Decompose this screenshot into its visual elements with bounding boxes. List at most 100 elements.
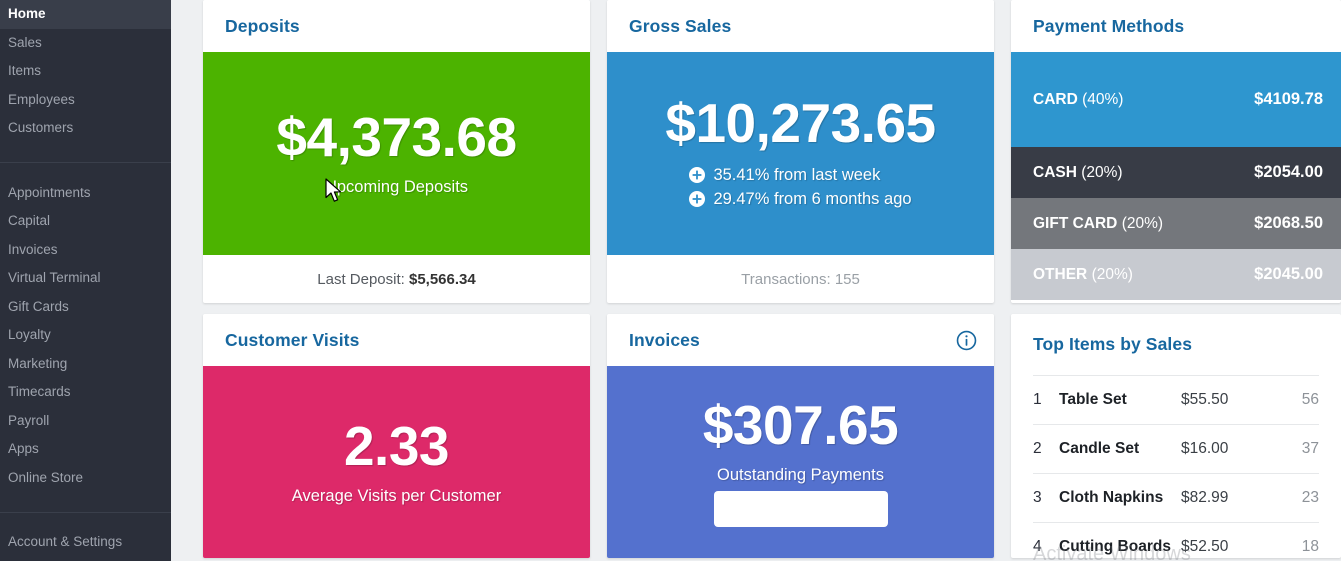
sidebar-item-capital[interactable]: Capital	[0, 207, 171, 236]
item-rank: 1	[1033, 391, 1042, 408]
sidebar-divider-2	[0, 512, 171, 513]
sidebar-item-label: Marketing	[8, 355, 68, 371]
sidebar-item-appointments[interactable]: Appointments	[0, 179, 171, 208]
info-circle-icon[interactable]	[956, 330, 977, 351]
gross-sales-title: Gross Sales	[629, 15, 732, 36]
item-name: Candle Set	[1059, 440, 1140, 457]
payment-method-label: OTHER (20%)	[1033, 266, 1133, 284]
sidebar-item-employees[interactable]: Employees	[0, 86, 171, 115]
gross-sales-delta-text: 29.47% from 6 months ago	[713, 190, 912, 208]
item-rank: 2	[1033, 440, 1042, 457]
payment-method-pct: (20%)	[1121, 214, 1164, 232]
sidebar-item-items[interactable]: Items	[0, 57, 171, 86]
payment-method-pct: (40%)	[1082, 90, 1124, 108]
item-name: Cutting Boards	[1059, 538, 1171, 555]
dashboard-main: Deposits $4,373.68 Upcoming Deposits Las…	[171, 0, 1341, 561]
invoices-tile[interactable]: $307.65 Outstanding Payments	[607, 366, 994, 558]
transactions-label: Transactions:	[741, 270, 831, 288]
item-count: 23	[1301, 489, 1319, 506]
sidebar-item-label: Customers	[8, 120, 74, 135]
sidebar: Home Sales Items Employees Customers App…	[0, 0, 171, 561]
customer-visits-title: Customer Visits	[225, 329, 360, 350]
invoices-card: Invoices $307.65 Outstanding Payments	[607, 314, 994, 558]
sidebar-item-label: Invoices	[8, 241, 58, 257]
sidebar-item-virtual-terminal[interactable]: Virtual Terminal	[0, 264, 171, 293]
item-rank: 3	[1033, 489, 1042, 506]
transactions-value: 155	[834, 270, 860, 288]
gross-sales-delta-row: 35.41% from last week	[689, 163, 911, 187]
sidebar-item-payroll[interactable]: Payroll	[0, 407, 171, 436]
top-items-title: Top Items by Sales	[1033, 334, 1193, 354]
sidebar-item-label: Apps	[8, 441, 39, 456]
payment-method-name: OTHER	[1033, 265, 1088, 283]
last-deposit-value: $5,566.34	[408, 270, 476, 288]
table-row[interactable]: 1 Table Set $55.50 56	[1033, 375, 1319, 424]
payment-method-name: CARD	[1033, 90, 1078, 108]
top-items-card-header: Top Items by Sales	[1011, 314, 1341, 375]
last-deposit-label: Last Deposit:	[317, 270, 405, 288]
payment-method-label: GIFT CARD (20%)	[1033, 215, 1163, 233]
sidebar-item-label: Home	[8, 6, 46, 21]
sidebar-item-invoices[interactable]: Invoices	[0, 236, 171, 265]
customer-visits-tile[interactable]: 2.33 Average Visits per Customer	[203, 366, 590, 558]
sidebar-item-label: Appointments	[8, 184, 91, 200]
sidebar-item-customers[interactable]: Customers	[0, 114, 171, 143]
top-items-list: 1 Table Set $55.50 56 2 Candle Set $16.0…	[1011, 375, 1341, 558]
deposits-subtitle: Upcoming Deposits	[324, 178, 469, 196]
sidebar-item-sales[interactable]: Sales	[0, 29, 171, 58]
payment-method-row[interactable]: GIFT CARD (20%) $2068.50	[1011, 198, 1341, 249]
payment-method-name: GIFT CARD	[1033, 214, 1118, 232]
customer-visits-subtitle: Average Visits per Customer	[291, 486, 502, 505]
gross-sales-card-header: Gross Sales	[607, 0, 994, 52]
sidebar-item-label: Loyalty	[8, 327, 51, 342]
payment-methods-title: Payment Methods	[1033, 15, 1185, 36]
deposits-value: $4,373.68	[276, 106, 517, 168]
item-count: 37	[1301, 440, 1319, 457]
item-price: $52.50	[1181, 538, 1229, 555]
sidebar-item-label: Account & Settings	[8, 534, 123, 549]
sidebar-item-marketing[interactable]: Marketing	[0, 350, 171, 379]
deposits-card-header: Deposits	[203, 0, 590, 52]
sidebar-item-label: Gift Cards	[8, 298, 69, 314]
table-row[interactable]: 2 Candle Set $16.00 37	[1033, 424, 1319, 473]
sidebar-item-apps[interactable]: Apps	[0, 435, 171, 464]
customer-visits-value: 2.33	[343, 414, 450, 477]
customer-visits-card-header: Customer Visits	[203, 314, 590, 366]
table-row[interactable]: 3 Cloth Napkins $82.99 23	[1033, 473, 1319, 522]
sidebar-item-label: Timecards	[8, 384, 71, 399]
deposits-tile[interactable]: $4,373.68 Upcoming Deposits	[203, 52, 590, 255]
payment-method-label: CARD (40%)	[1033, 91, 1123, 109]
payment-method-pct: (20%)	[1091, 265, 1133, 283]
gross-sales-tile[interactable]: $10,273.65 35.41% from last week 29.47% …	[607, 52, 994, 255]
sidebar-item-label: Payroll	[8, 412, 50, 428]
sidebar-item-label: Sales	[8, 34, 42, 50]
sidebar-item-online-store[interactable]: Online Store	[0, 464, 171, 493]
sidebar-item-label: Employees	[8, 91, 75, 107]
payment-methods-list: CARD (40%) $4109.78 CASH (20%) $2054.00	[1011, 52, 1341, 303]
sidebar-divider-1	[0, 161, 171, 163]
payment-method-row[interactable]: CARD (40%) $4109.78	[1011, 52, 1341, 147]
payment-method-amount: $2045.00	[1254, 265, 1323, 283]
item-price: $82.99	[1181, 489, 1229, 506]
sidebar-item-loyalty[interactable]: Loyalty	[0, 321, 171, 350]
invoices-card-header: Invoices	[607, 314, 994, 366]
sidebar-item-account-settings[interactable]: Account & Settings	[0, 528, 171, 557]
payment-method-row[interactable]: OTHER (20%) $2045.00	[1011, 249, 1341, 300]
gross-sales-value: $10,273.65	[665, 92, 936, 154]
item-name: Cloth Napkins	[1059, 489, 1164, 506]
deposits-title: Deposits	[225, 15, 300, 36]
payment-method-amount: $4109.78	[1254, 90, 1323, 108]
sidebar-item-home[interactable]: Home	[0, 0, 171, 29]
item-rank: 4	[1033, 538, 1042, 555]
sidebar-item-timecards[interactable]: Timecards	[0, 378, 171, 407]
invoices-title: Invoices	[629, 329, 700, 350]
top-items-card: Top Items by Sales 1 Table Set $55.50 56…	[1011, 314, 1341, 558]
customer-visits-card: Customer Visits 2.33 Average Visits per …	[203, 314, 590, 558]
invoices-subtitle: Outstanding Payments	[717, 465, 884, 484]
item-price: $55.50	[1181, 391, 1229, 408]
invoices-action-button[interactable]	[713, 490, 888, 527]
payment-method-row[interactable]: CASH (20%) $2054.00	[1011, 147, 1341, 198]
gross-sales-delta-text: 35.41% from last week	[713, 166, 881, 184]
sidebar-item-gift-cards[interactable]: Gift Cards	[0, 293, 171, 322]
table-row[interactable]: 4 Cutting Boards $52.50 18	[1033, 522, 1319, 558]
